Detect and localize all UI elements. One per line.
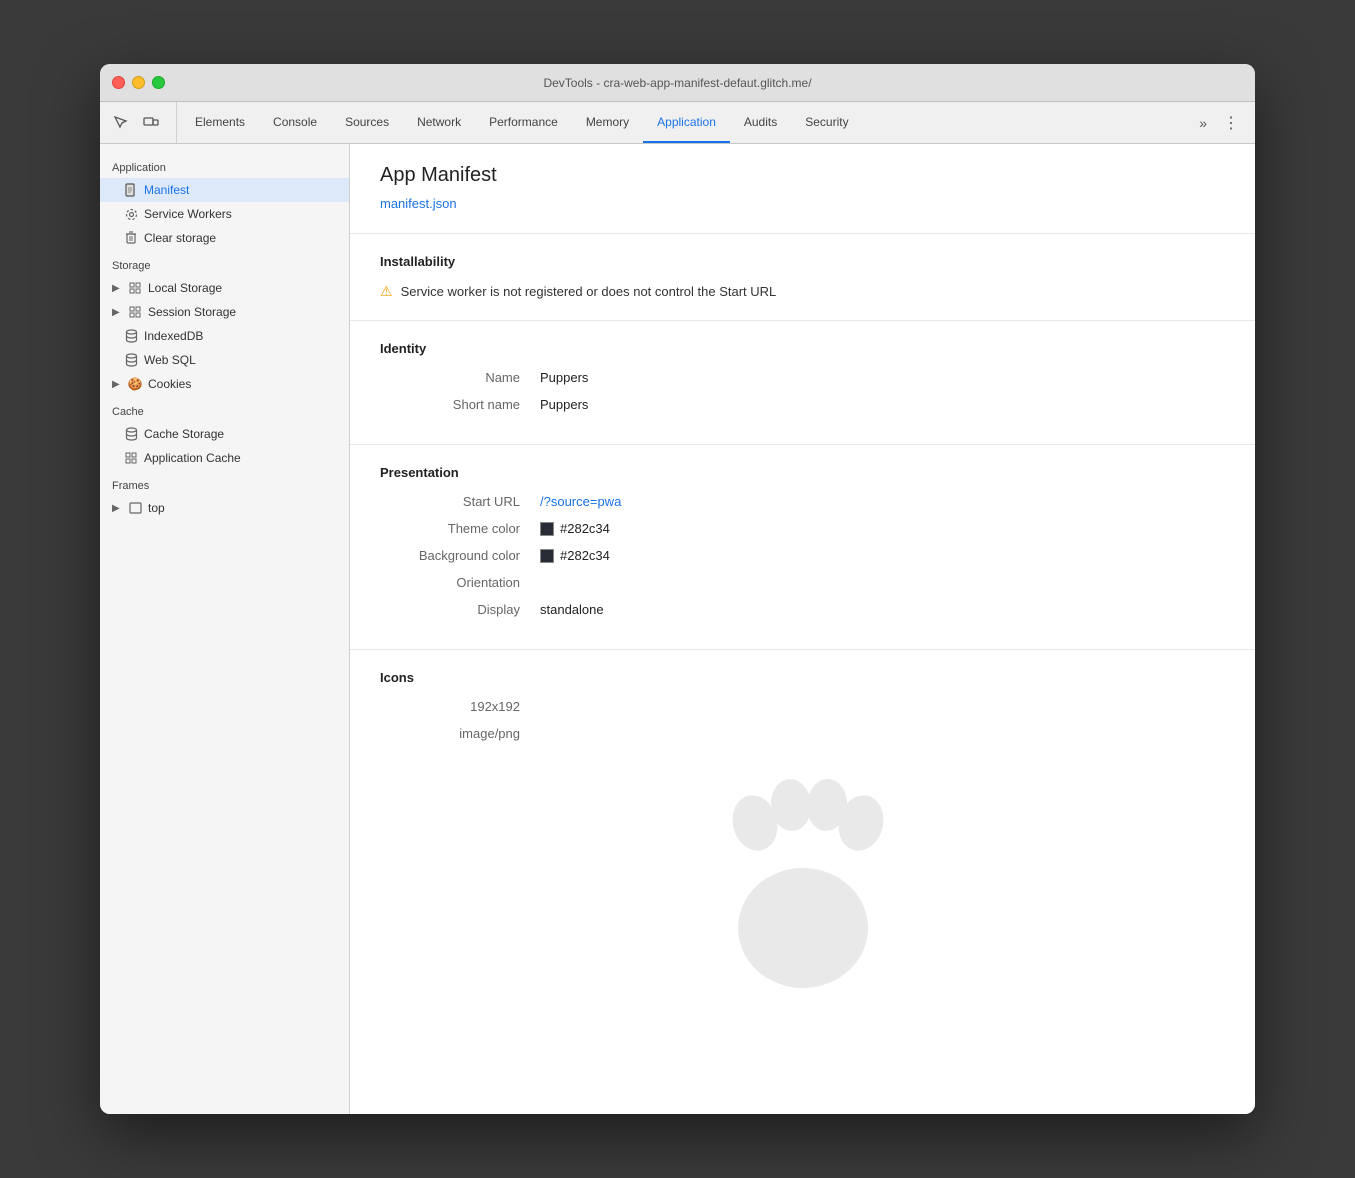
tab-console[interactable]: Console	[259, 102, 331, 143]
devtools-window: DevTools - cra-web-app-manifest-defaut.g…	[100, 64, 1255, 1114]
gear-icon	[124, 207, 138, 221]
theme-color-swatch	[540, 522, 554, 536]
presentation-section: Presentation Start URL /?source=pwa Them…	[350, 445, 1255, 650]
tab-sources[interactable]: Sources	[331, 102, 403, 143]
orientation-row: Orientation	[380, 575, 1225, 590]
sidebar-section-cache: Cache	[100, 396, 349, 422]
background-color-swatch	[540, 549, 554, 563]
tab-elements[interactable]: Elements	[181, 102, 259, 143]
display-label: Display	[380, 602, 540, 617]
sidebar-item-cache-storage[interactable]: Cache Storage	[100, 422, 349, 446]
short-name-label: Short name	[380, 397, 540, 412]
short-name-value: Puppers	[540, 397, 588, 412]
arrow-icon: ▶	[112, 307, 122, 318]
sidebar-item-websql[interactable]: Web SQL	[100, 348, 349, 372]
grid-icon	[128, 281, 142, 295]
start-url-label: Start URL	[380, 494, 540, 509]
tab-memory[interactable]: Memory	[572, 102, 643, 143]
tab-application[interactable]: Application	[643, 102, 730, 143]
grid-icon	[124, 451, 138, 465]
close-button[interactable]	[112, 76, 125, 89]
titlebar: DevTools - cra-web-app-manifest-defaut.g…	[100, 64, 1255, 102]
device-toggle-icon[interactable]	[138, 110, 164, 136]
minimize-button[interactable]	[132, 76, 145, 89]
background-color-label: Background color	[380, 548, 540, 563]
arrow-icon: ▶	[112, 379, 122, 390]
start-url-row: Start URL /?source=pwa	[380, 494, 1225, 509]
db-icon	[124, 329, 138, 343]
tab-performance[interactable]: Performance	[475, 102, 572, 143]
sidebar-item-cookies[interactable]: ▶ 🍪 Cookies	[100, 372, 349, 396]
window-title: DevTools - cra-web-app-manifest-defaut.g…	[543, 76, 811, 90]
icon-size-label: 192x192	[380, 699, 540, 714]
background-color-row: Background color #282c34	[380, 548, 1225, 563]
tab-network[interactable]: Network	[403, 102, 475, 143]
warning-icon: ⚠	[380, 283, 393, 300]
inspect-icon[interactable]	[108, 110, 134, 136]
content-area: App Manifest manifest.json Installabilit…	[350, 144, 1255, 1114]
arrow-icon: ▶	[112, 503, 122, 514]
more-tabs-button[interactable]: »	[1191, 102, 1215, 143]
theme-color-value: #282c34	[540, 521, 610, 536]
presentation-heading: Presentation	[380, 465, 1225, 480]
icon-type-row: image/png	[380, 726, 1225, 741]
orientation-label: Orientation	[380, 575, 540, 590]
sidebar-item-session-storage[interactable]: ▶ Session Storage	[100, 300, 349, 324]
file-icon	[124, 183, 138, 197]
start-url-link[interactable]: /?source=pwa	[540, 494, 621, 509]
paw-icon-container	[380, 753, 1225, 1013]
paw-print-icon	[703, 773, 903, 993]
db-icon	[124, 427, 138, 441]
installability-section: Installability ⚠ Service worker is not r…	[350, 234, 1255, 321]
icons-heading: Icons	[380, 670, 1225, 685]
display-row: Display standalone	[380, 602, 1225, 617]
display-value: standalone	[540, 602, 604, 617]
db-icon	[124, 353, 138, 367]
sidebar-item-application-cache[interactable]: Application Cache	[100, 446, 349, 470]
trash-icon	[124, 231, 138, 245]
identity-section: Identity Name Puppers Short name Puppers	[350, 321, 1255, 445]
theme-color-row: Theme color #282c34	[380, 521, 1225, 536]
sidebar-section-storage: Storage	[100, 250, 349, 276]
sidebar-item-indexeddb[interactable]: IndexedDB	[100, 324, 349, 348]
frame-icon	[128, 501, 142, 515]
icon-size-row: 192x192	[380, 699, 1225, 714]
traffic-lights	[112, 76, 165, 89]
name-value: Puppers	[540, 370, 588, 385]
short-name-row: Short name Puppers	[380, 397, 1225, 412]
sidebar-item-manifest[interactable]: Manifest	[100, 178, 349, 202]
tab-list: Elements Console Sources Network Perform…	[181, 102, 1191, 143]
sidebar-item-local-storage[interactable]: ▶ Local Storage	[100, 276, 349, 300]
manifest-link[interactable]: manifest.json	[380, 196, 457, 211]
identity-heading: Identity	[380, 341, 1225, 356]
tab-security[interactable]: Security	[791, 102, 862, 143]
toolbar: Elements Console Sources Network Perform…	[100, 102, 1255, 144]
grid-icon	[128, 305, 142, 319]
sidebar-item-top[interactable]: ▶ top	[100, 496, 349, 520]
maximize-button[interactable]	[152, 76, 165, 89]
installability-heading: Installability	[380, 254, 1225, 269]
sidebar-item-service-workers[interactable]: Service Workers	[100, 202, 349, 226]
name-label: Name	[380, 370, 540, 385]
page-title: App Manifest	[380, 164, 1225, 187]
toolbar-icons	[108, 102, 177, 143]
arrow-icon: ▶	[112, 283, 122, 294]
warning-row: ⚠ Service worker is not registered or do…	[380, 283, 1225, 300]
manifest-header-section: App Manifest manifest.json	[350, 144, 1255, 234]
name-row: Name Puppers	[380, 370, 1225, 385]
icons-section: Icons 192x192 image/png	[350, 650, 1255, 1033]
main-layout: Application Manifest	[100, 144, 1255, 1114]
tab-audits[interactable]: Audits	[730, 102, 791, 143]
icon-type-label: image/png	[380, 726, 540, 741]
sidebar-section-frames: Frames	[100, 470, 349, 496]
cookie-icon: 🍪	[128, 377, 142, 391]
sidebar-section-application: Application	[100, 152, 349, 178]
sidebar: Application Manifest	[100, 144, 350, 1114]
background-color-value: #282c34	[540, 548, 610, 563]
sidebar-item-clear-storage[interactable]: Clear storage	[100, 226, 349, 250]
theme-color-label: Theme color	[380, 521, 540, 536]
start-url-value: /?source=pwa	[540, 494, 621, 509]
warning-text: Service worker is not registered or does…	[401, 284, 777, 299]
devtools-menu-button[interactable]: ⋮	[1215, 102, 1247, 143]
